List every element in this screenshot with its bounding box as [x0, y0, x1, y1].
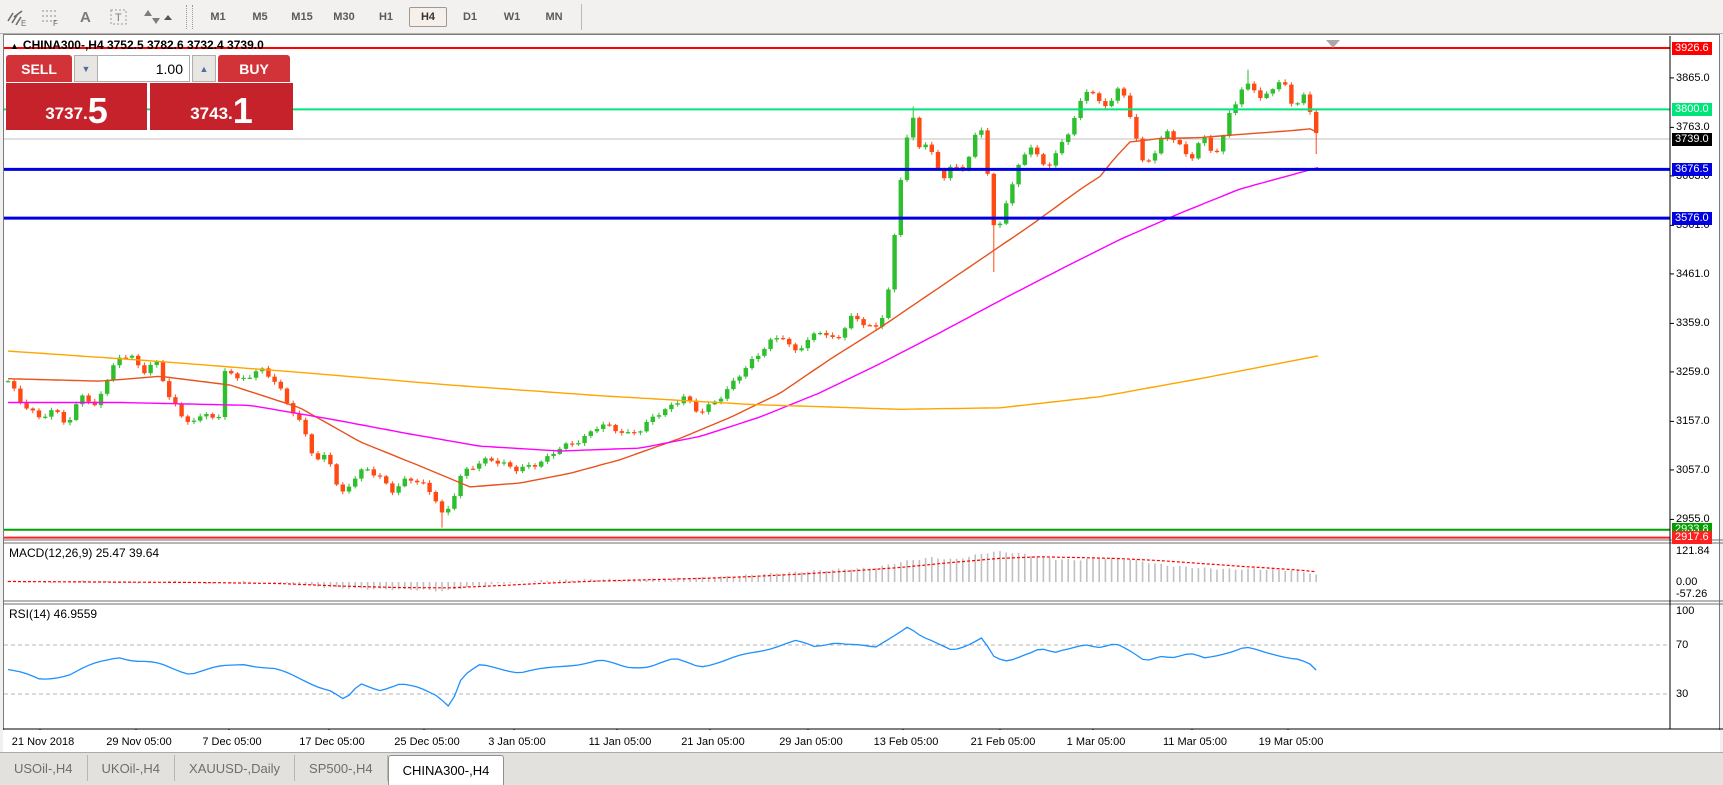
price-tick-label: 3359.0 [1676, 317, 1710, 329]
timeframe-button-m15[interactable]: M15 [283, 7, 321, 27]
rsi-label: RSI(14) 46.9559 [9, 607, 97, 621]
text-box-icon[interactable]: T [104, 5, 134, 29]
time-axis-label: 21 Nov 2018 [12, 736, 74, 748]
time-axis-label: 13 Feb 05:00 [874, 736, 939, 748]
timeframe-button-m1[interactable]: M1 [199, 7, 237, 27]
time-axis-label: 11 Jan 05:00 [589, 736, 652, 748]
rsi-tick-label: 100 [1676, 605, 1694, 617]
toolbar-separator [186, 5, 193, 29]
time-axis-label: 29 Nov 05:00 [106, 736, 171, 748]
sell-button[interactable]: SELL [6, 55, 72, 82]
bid-price-int: 3737. [45, 101, 88, 127]
caret-down-icon: ▼ [82, 64, 91, 74]
rsi-tick-label: 70 [1676, 639, 1688, 651]
timeframe-button-m30[interactable]: M30 [325, 7, 363, 27]
timeframe-button-mn[interactable]: MN [535, 7, 573, 27]
price-level-badge: 2917.6 [1672, 531, 1712, 544]
chart-window[interactable] [3, 34, 1720, 752]
timeframe-button-h1[interactable]: H1 [367, 7, 405, 27]
symbol-arrow-icon: ▲ [10, 41, 19, 51]
time-axis-label: 11 Mar 05:00 [1163, 736, 1227, 748]
price-level-badge: 3576.0 [1672, 212, 1712, 225]
buy-button[interactable]: BUY [218, 55, 290, 82]
svg-text:A: A [80, 9, 91, 26]
svg-text:E: E [21, 19, 26, 27]
price-tick-label: 3865.0 [1676, 72, 1710, 84]
time-axis-label: 17 Dec 05:00 [299, 736, 364, 748]
time-axis-label: 19 Mar 05:00 [1259, 736, 1324, 748]
price-tick-label: 3157.0 [1676, 415, 1710, 427]
time-axis-label: 21 Feb 05:00 [971, 736, 1036, 748]
ask-price-panel[interactable]: 3743.1 [150, 83, 293, 130]
chart-tab-sp500-h4[interactable]: SP500-,H4 [295, 755, 388, 781]
svg-text:F: F [53, 19, 58, 27]
volume-increase-button[interactable]: ▲ [192, 55, 216, 82]
bid-price-panel[interactable]: 3737.5 [6, 83, 147, 130]
ask-price-int: 3743. [190, 101, 233, 127]
time-axis-label: 29 Jan 05:00 [779, 736, 843, 748]
time-axis-label: 7 Dec 05:00 [202, 736, 261, 748]
rsi-tick-label: 30 [1676, 688, 1688, 700]
one-click-trading-panel: SELL ▼ ▲ BUY 3737.5 3743.1 [6, 55, 293, 130]
arrange-arrows-icon[interactable] [138, 5, 180, 29]
chart-tab-ukoil-h4[interactable]: UKOil-,H4 [88, 755, 176, 781]
time-axis-label: 1 Mar 05:00 [1067, 736, 1126, 748]
price-level-badge: 3926.6 [1672, 42, 1712, 55]
time-axis: 21 Nov 2018 29 Nov 05:00 7 Dec 05:00 17 Dec… [3, 730, 1720, 752]
timeframe-button-h4[interactable]: H4 [409, 7, 447, 27]
volume-decrease-button[interactable]: ▼ [74, 55, 98, 82]
time-axis-label: 21 Jan 05:00 [681, 736, 745, 748]
bid-price-frac: 5 [88, 95, 108, 127]
price-tick-label: 3461.0 [1676, 268, 1710, 280]
caret-up-icon: ▲ [200, 64, 209, 74]
price-level-badge: 3676.5 [1672, 163, 1712, 176]
toolbar: E F A T M1M5M15M30H1H4D1W1MN [0, 0, 1723, 34]
chart-tab-xauusd-daily[interactable]: XAUUSD-,Daily [175, 755, 295, 781]
text-label-icon[interactable]: A [70, 5, 100, 29]
ask-price-frac: 1 [233, 95, 253, 127]
chart-tab-usoil-h4[interactable]: USOil-,H4 [0, 755, 88, 781]
timeframe-button-w1[interactable]: W1 [493, 7, 531, 27]
time-axis-label: 25 Dec 05:00 [394, 736, 459, 748]
grid-icon[interactable]: F [36, 5, 66, 29]
chart-tab-china300-h4[interactable]: CHINA300-,H4 [388, 755, 505, 785]
timeframe-button-m5[interactable]: M5 [241, 7, 279, 27]
chart-symbol-header: ▲ CHINA300-,H4 3752.5 3782.6 3732.4 3739.… [10, 38, 264, 52]
time-axis-label: 3 Jan 05:00 [488, 736, 546, 748]
volume-input[interactable] [98, 55, 190, 82]
timeframe-button-d1[interactable]: D1 [451, 7, 489, 27]
macd-tick-label: -57.26 [1676, 588, 1707, 600]
timeframe-group: M1M5M15M30H1H4D1W1MN [197, 7, 575, 27]
price-level-badge: 3800.0 [1672, 103, 1712, 116]
chart-tab-bar: USOil-,H4UKOil-,H4XAUUSD-,DailySP500-,H4… [0, 752, 1723, 785]
symbol-ohlc-text: CHINA300-,H4 3752.5 3782.6 3732.4 3739.0 [23, 38, 264, 52]
price-tick-label: 3057.0 [1676, 464, 1710, 476]
price-tick-label: 3259.0 [1676, 366, 1710, 378]
macd-tick-label: 121.84 [1676, 545, 1710, 557]
trading-terminal: E F A T M1M5M15M30H1H4D1W1MN ▲ CHINA300-,… [0, 0, 1723, 785]
macd-label: MACD(12,26,9) 25.47 39.64 [9, 546, 159, 560]
svg-text:T: T [115, 12, 122, 24]
toolbar-divider [581, 4, 582, 30]
indicators-icon[interactable]: E [2, 5, 32, 29]
macd-tick-label: 0.00 [1676, 576, 1697, 588]
current-price-badge: 3739.0 [1672, 133, 1712, 146]
